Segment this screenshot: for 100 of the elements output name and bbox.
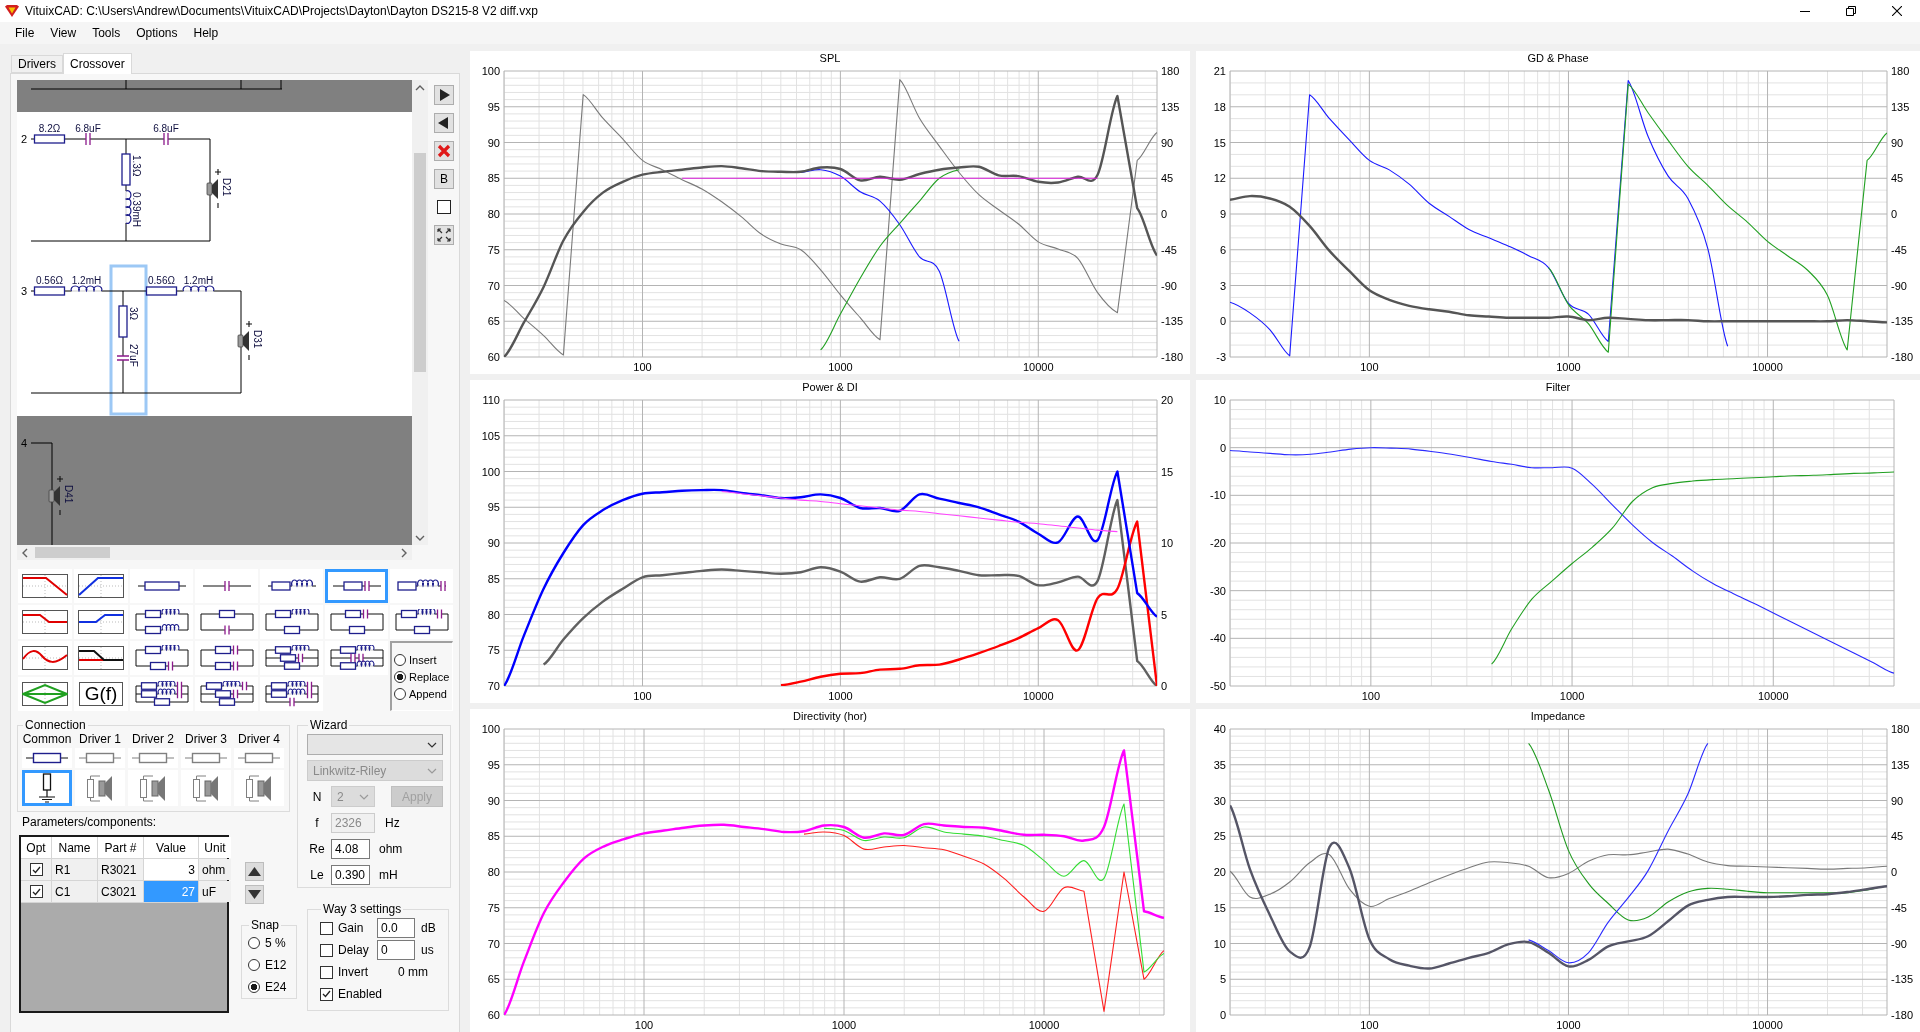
resistor-icon[interactable] xyxy=(22,748,72,768)
tool-button[interactable] xyxy=(18,641,72,675)
radio-option[interactable]: E12 xyxy=(248,958,287,972)
tool-button[interactable] xyxy=(325,641,388,675)
tool-button[interactable] xyxy=(18,677,72,711)
unit-label: mH xyxy=(379,867,398,882)
scrollbar-thumb[interactable] xyxy=(35,547,110,558)
toolbar-button[interactable] xyxy=(434,113,454,133)
tool-button[interactable] xyxy=(74,569,128,603)
unit-label: us xyxy=(421,943,434,957)
circuit-network-icon xyxy=(198,645,255,671)
tool-button[interactable] xyxy=(260,605,323,639)
input-field[interactable]: 0 xyxy=(377,940,415,960)
toolbar-button[interactable] xyxy=(434,197,454,217)
tool-button[interactable] xyxy=(130,677,193,711)
tool-button[interactable] xyxy=(390,569,453,603)
toolbar-button[interactable]: B xyxy=(434,169,454,189)
radio-option[interactable]: Append xyxy=(394,687,447,700)
input-field[interactable]: 4.08 xyxy=(331,838,370,859)
tool-button[interactable] xyxy=(195,605,258,639)
driver-label: D31 xyxy=(252,330,263,349)
radio-option[interactable]: 5 % xyxy=(248,936,286,950)
tick-label: 90 xyxy=(1161,136,1174,149)
checkbox[interactable] xyxy=(320,965,333,979)
caret-icon xyxy=(427,767,437,774)
radio-option[interactable]: Replace xyxy=(394,670,450,683)
tick-label: -180 xyxy=(1891,1009,1914,1021)
table-cell: C1 xyxy=(52,881,97,902)
menu-item[interactable]: Help xyxy=(185,24,227,42)
tick-label: 9 xyxy=(1219,208,1226,220)
tool-button[interactable] xyxy=(260,569,323,603)
vertical-scrollbar[interactable] xyxy=(412,80,428,545)
tick-label: 21 xyxy=(1213,66,1226,77)
tick-label: 45 xyxy=(1891,172,1904,185)
circuit-network-icon xyxy=(198,681,255,707)
tool-button[interactable] xyxy=(325,605,388,639)
check-icon xyxy=(31,887,41,896)
tick-label: -90 xyxy=(1161,279,1177,292)
tick-label: 90 xyxy=(487,794,500,807)
delete-x-icon xyxy=(437,144,451,158)
speaker-icon xyxy=(206,168,222,209)
tool-button[interactable] xyxy=(195,677,258,711)
tab[interactable]: Drivers xyxy=(11,55,63,73)
input-field[interactable]: 0.0 xyxy=(377,918,415,938)
tick-label: -45 xyxy=(1891,901,1907,914)
tick-label: 135 xyxy=(1891,100,1910,113)
checkbox[interactable] xyxy=(320,943,333,957)
tick-label: -3 xyxy=(1216,351,1226,363)
tab[interactable]: Crossover xyxy=(63,53,132,74)
tick-label: 1000 xyxy=(1556,361,1581,373)
checkbox[interactable] xyxy=(29,885,43,898)
tool-button[interactable] xyxy=(130,605,193,639)
toolbar-button[interactable] xyxy=(434,225,454,245)
move-down-button[interactable] xyxy=(245,885,264,904)
column-label: Common xyxy=(22,732,72,746)
tick-label: -50 xyxy=(1210,680,1226,692)
horizontal-scrollbar[interactable] xyxy=(17,545,412,560)
tick-label: 0 xyxy=(1161,680,1168,692)
scrollbar-thumb[interactable] xyxy=(414,153,426,372)
menu-item[interactable]: Options xyxy=(128,24,186,42)
tool-button[interactable] xyxy=(260,641,323,675)
move-up-button[interactable] xyxy=(245,862,264,881)
tool-button[interactable] xyxy=(74,605,128,639)
checkbox-label: Invert xyxy=(338,965,369,979)
way-number: 3 xyxy=(21,285,28,297)
tool-button[interactable] xyxy=(195,641,258,675)
menu-item[interactable]: Tools xyxy=(84,24,129,42)
tick-label: -90 xyxy=(1891,279,1907,292)
component-value: 6.8uF xyxy=(153,123,179,134)
tick-label: 30 xyxy=(1213,794,1226,807)
component-value: 1.2mH xyxy=(71,275,102,286)
tool-button[interactable] xyxy=(390,605,453,639)
way-number: 2 xyxy=(21,133,28,145)
tick-label: 6 xyxy=(1219,243,1226,256)
tool-button[interactable] xyxy=(260,677,323,711)
tool-button[interactable] xyxy=(74,641,128,675)
column-header: Name xyxy=(52,837,97,858)
checkbox[interactable] xyxy=(320,921,333,935)
tool-button[interactable] xyxy=(18,569,72,603)
speaker-icon xyxy=(237,320,253,361)
connection-button[interactable] xyxy=(22,770,72,806)
tick-label: 80 xyxy=(487,208,500,220)
radio-option[interactable]: E24 xyxy=(248,980,287,994)
menu-item[interactable]: File xyxy=(7,24,43,42)
menu-item[interactable]: View xyxy=(42,24,85,42)
checkbox[interactable] xyxy=(29,863,43,876)
tool-button[interactable] xyxy=(18,605,72,639)
tool-button[interactable]: G(f) xyxy=(74,677,128,711)
circuit-network-icon xyxy=(133,681,190,707)
tick-label: 135 xyxy=(1891,758,1910,771)
tick-label: 180 xyxy=(1891,66,1910,77)
tool-button[interactable] xyxy=(130,641,193,675)
radio-option[interactable]: Insert xyxy=(394,653,437,666)
tick-label: -180 xyxy=(1891,351,1914,363)
component-value: 0.56Ω xyxy=(148,275,175,286)
table-cell[interactable]: 3 xyxy=(144,859,198,880)
column-label: Driver 2 xyxy=(132,732,174,746)
checkbox[interactable] xyxy=(320,987,333,1001)
input-field[interactable]: 0.390 xyxy=(331,864,370,885)
toolbar-button[interactable] xyxy=(434,85,454,105)
